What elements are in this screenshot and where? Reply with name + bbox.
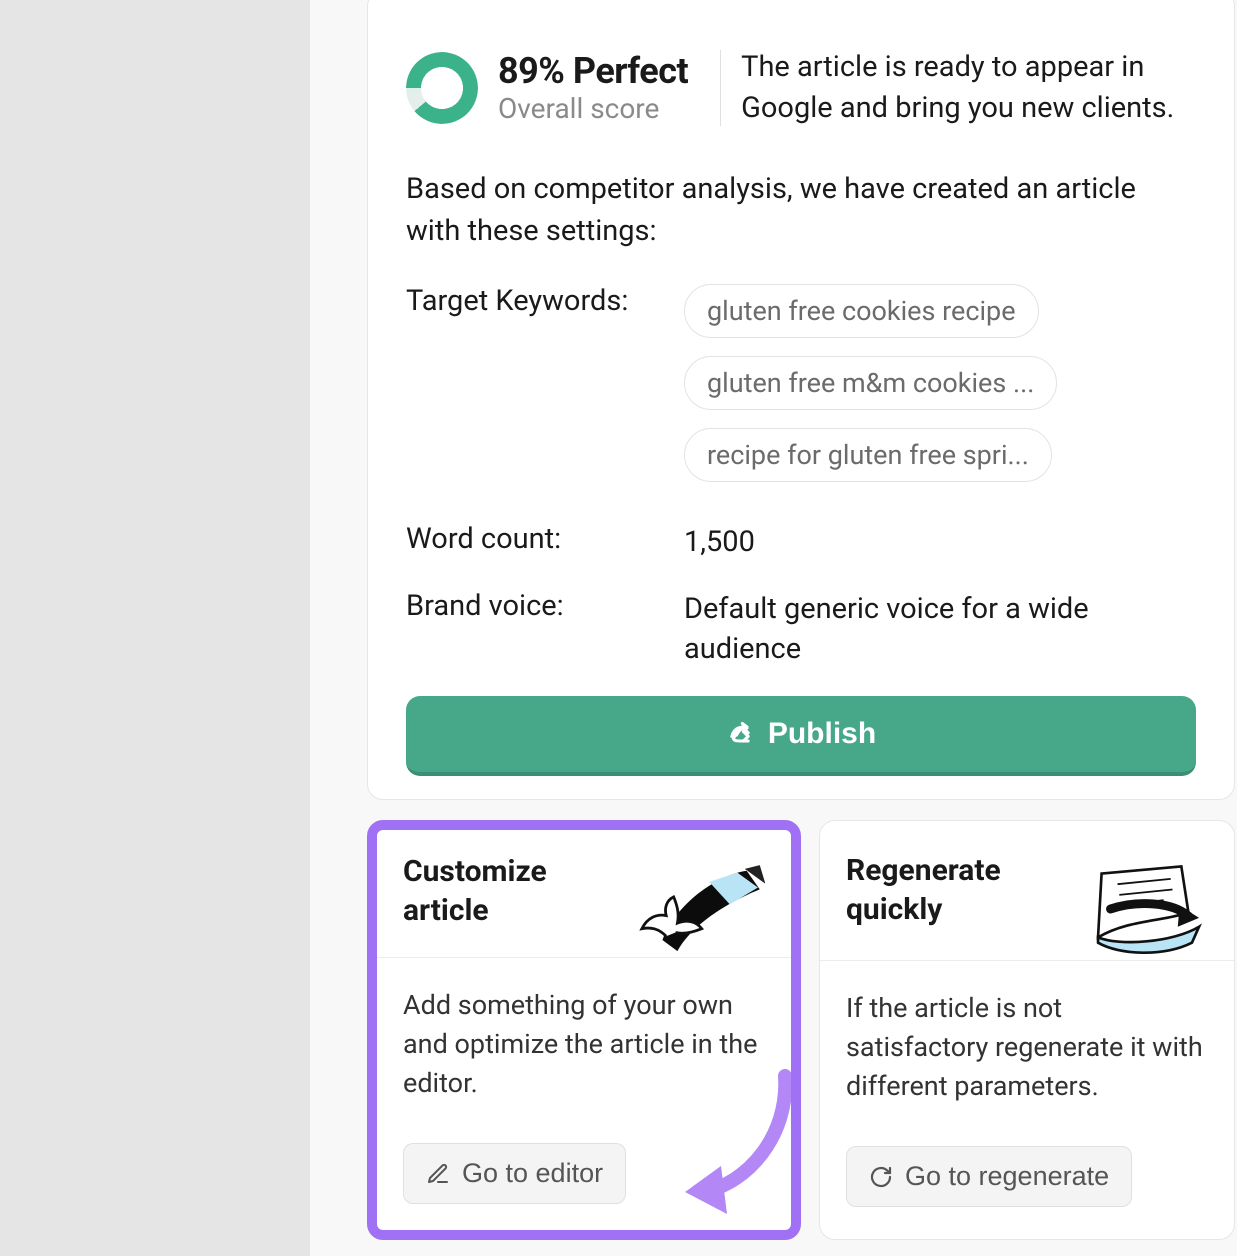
publish-button-label: Publish (768, 717, 876, 751)
annotation-arrow-icon (677, 1066, 797, 1216)
score-sub-label: Overall score (498, 92, 688, 125)
keyword-chip[interactable]: recipe for gluten free spri... (684, 428, 1052, 482)
bg-text-2: ? Absolutely not! (0, 349, 250, 394)
score-description: The article is ready to appear in Google… (741, 47, 1196, 128)
keyword-chip[interactable]: gluten free cookies recipe (684, 284, 1039, 338)
customize-title: Customize article (403, 852, 625, 930)
word-count-label: Word count: (406, 522, 656, 563)
sidebar-panel: 89% Perfect Overall score The article is… (310, 0, 1237, 1256)
brand-voice-value: Default generic voice for a wide audienc… (684, 589, 1196, 670)
keyword-chip[interactable]: gluten free m&m cookies ... (684, 356, 1057, 410)
word-count-value: 1,500 (684, 522, 1196, 563)
based-on-text: Based on competitor analysis, we have cr… (406, 168, 1196, 252)
go-to-regenerate-label: Go to regenerate (905, 1161, 1109, 1192)
divider (720, 50, 721, 126)
regenerate-card: Regenerate quickly If the article is not… (819, 820, 1235, 1240)
regenerate-illustration-icon (1075, 851, 1208, 967)
edit-icon (426, 1162, 450, 1186)
go-to-editor-button[interactable]: Go to editor (403, 1143, 626, 1204)
go-to-regenerate-button[interactable]: Go to regenerate (846, 1146, 1132, 1207)
publish-button[interactable]: Publish (406, 696, 1196, 776)
bg-heading: to Try (0, 100, 250, 186)
score-value: 89% Perfect (498, 50, 688, 92)
publish-arrow-icon (726, 720, 754, 748)
bg-text-4: rafted to ensure (0, 554, 250, 599)
bg-text-5: ese treats at (0, 657, 250, 702)
score-row: 89% Perfect Overall score The article is… (406, 47, 1196, 128)
background-article-preview: to Try nse of comfort ? Absolutely not! … (0, 0, 310, 1256)
refresh-icon (869, 1165, 893, 1189)
keyword-chip-list: gluten free cookies recipe gluten free m… (684, 284, 1074, 482)
regenerate-description: If the article is not satisfactory regen… (846, 989, 1208, 1106)
target-keywords-label: Target Keywords: (406, 284, 656, 318)
pencil-illustration-icon (625, 852, 765, 968)
article-summary-card: 89% Perfect Overall score The article is… (367, 0, 1235, 800)
customize-article-card: Customize article Add something of your … (367, 820, 801, 1240)
brand-voice-label: Brand voice: (406, 589, 656, 670)
go-to-editor-label: Go to editor (462, 1158, 603, 1189)
score-ring-icon (406, 52, 478, 124)
bg-text-1: nse of comfort (0, 246, 250, 291)
regenerate-title: Regenerate quickly (846, 851, 1075, 929)
bg-text-3: ce, we've got you (0, 452, 250, 497)
